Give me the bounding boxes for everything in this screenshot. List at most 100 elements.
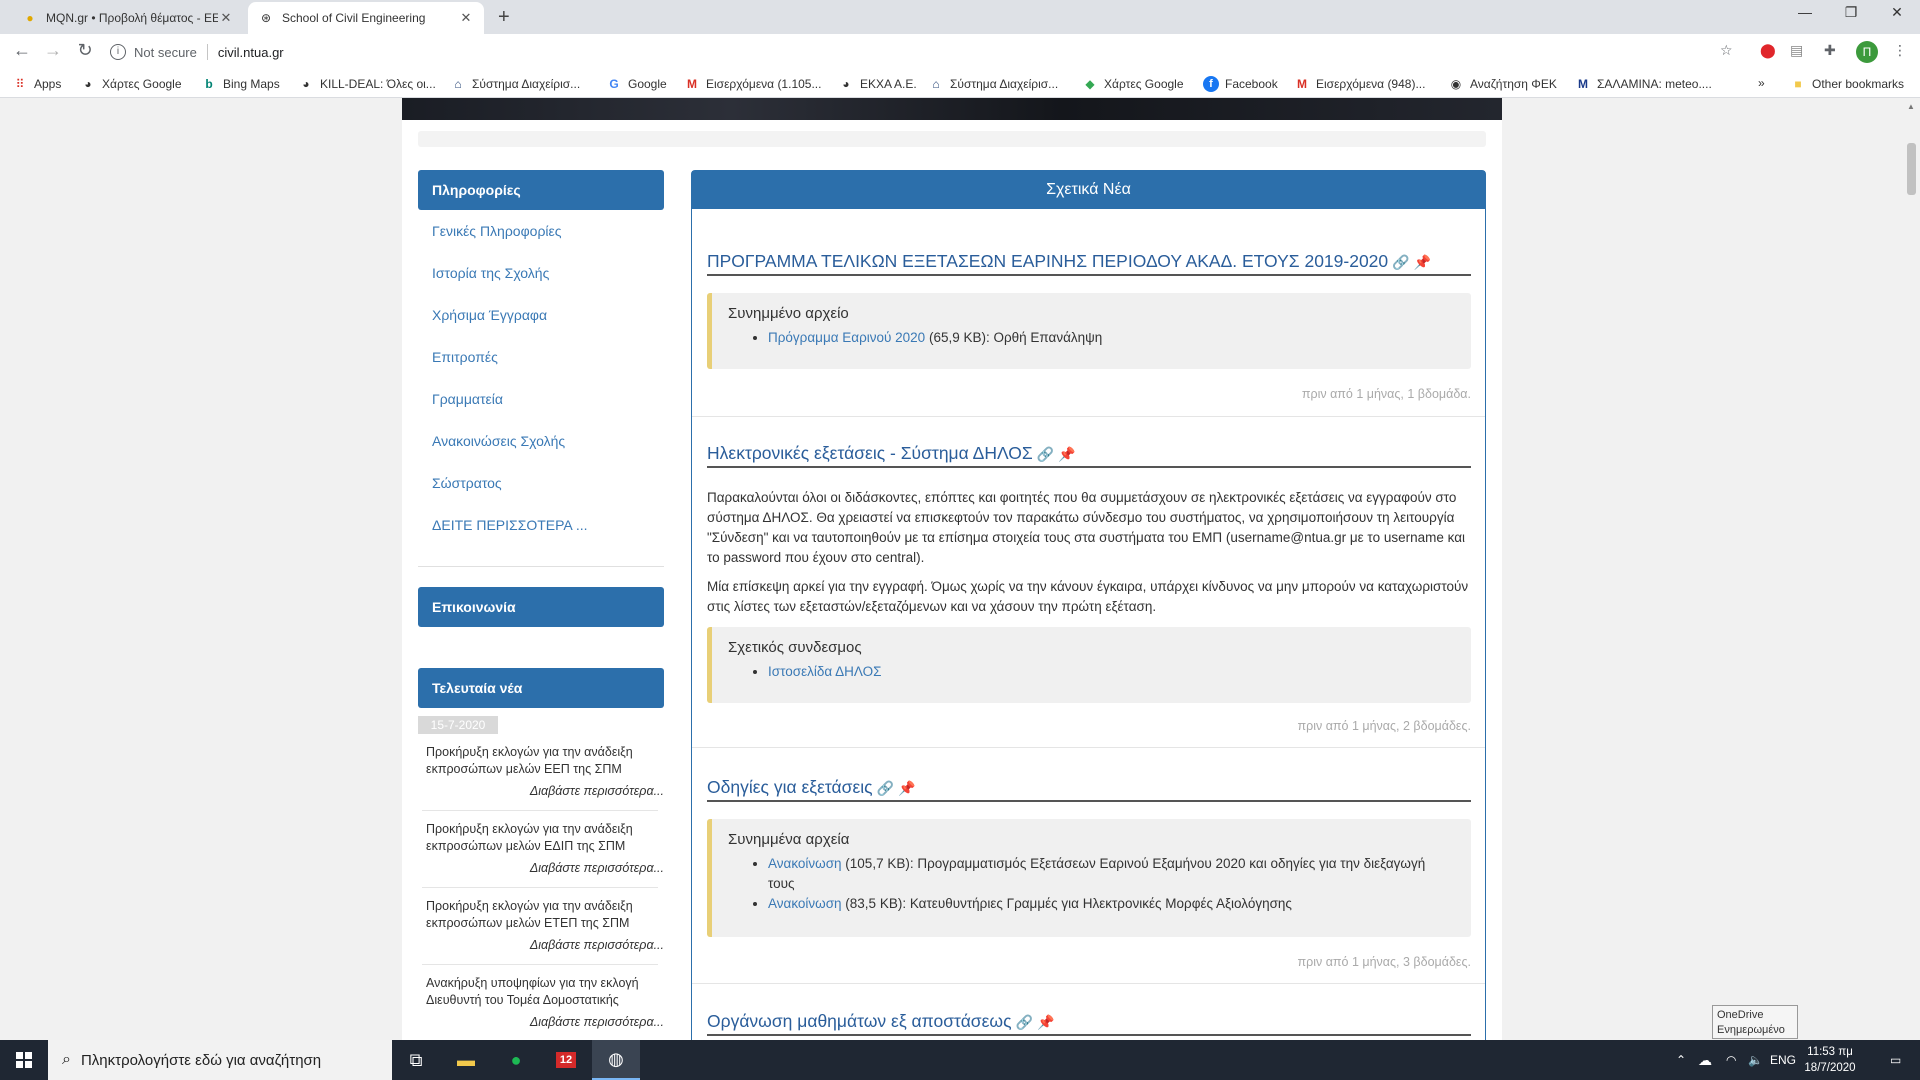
close-window-icon[interactable]: ✕ xyxy=(1874,4,1920,21)
taskbar-clock[interactable]: 11:53 πμ 18/7/2020 xyxy=(1800,1044,1860,1076)
file-explorer-icon[interactable]: ▬ xyxy=(442,1040,490,1080)
notifications-icon[interactable]: ▭ xyxy=(1890,1040,1901,1080)
bookmark-label: Εισερχόμενα (948)... xyxy=(1316,77,1426,91)
pinned-app-icon[interactable]: 12 xyxy=(542,1040,590,1080)
news-read-more-link[interactable]: Διαβάστε περισσότερα... xyxy=(530,938,664,952)
attachment-heading: Συνημμένο αρχείο xyxy=(728,305,849,322)
article-title[interactable]: Οδηγίες για εξετάσεις 🔗 📌 xyxy=(707,777,1471,802)
attachment-link[interactable]: Ανακοίνωση xyxy=(768,856,842,871)
tab-civil-engineering[interactable]: ⊛ School of Civil Engineering ✕ xyxy=(248,2,484,34)
news-read-more-link[interactable]: Διαβάστε περισσότερα... xyxy=(530,784,664,798)
news-read-more-link[interactable]: Διαβάστε περισσότερα... xyxy=(530,861,664,875)
tab-title: School of Civil Engineering xyxy=(282,11,426,25)
article-title-text[interactable]: Οδηγίες για εξετάσεις xyxy=(707,777,873,797)
language-indicator[interactable]: ENG xyxy=(1770,1040,1796,1080)
article-paragraph: Μία επίσκεψη αρκεί για την εγγραφή. Όμως… xyxy=(707,579,1469,614)
pin-icon[interactable]: 📌 xyxy=(1414,254,1431,270)
opera-extension-icon[interactable]: ⬤ xyxy=(1760,42,1776,59)
article-title-text[interactable]: Οργάνωση μαθημάτων εξ αποστάσεως xyxy=(707,1011,1012,1031)
tab-mqn[interactable]: ● MQN.gr • Προβολή θέματος - ΕΕ ✕ xyxy=(12,2,244,34)
article-title[interactable]: Οργάνωση μαθημάτων εξ αποστάσεως 🔗 📌 xyxy=(707,1011,1471,1036)
scrollbar-thumb[interactable] xyxy=(1907,143,1916,195)
sidebar-divider xyxy=(418,566,664,567)
minimize-icon[interactable]: — xyxy=(1782,4,1828,20)
chrome-taskbar-icon[interactable]: ◍ xyxy=(592,1040,640,1080)
bookmark-fek-search[interactable]: ◉ Αναζήτηση ΦΕΚ xyxy=(1448,76,1557,92)
link-icon[interactable]: 🔗 xyxy=(877,780,894,796)
attachment-link[interactable]: Ανακοίνωση xyxy=(768,896,842,911)
start-button[interactable] xyxy=(0,1040,48,1080)
spotify-icon[interactable]: ● xyxy=(492,1040,540,1080)
onedrive-icon[interactable]: ☁ xyxy=(1698,1040,1712,1080)
related-news-heading: Σχετικά Νέα xyxy=(692,171,1485,209)
other-bookmarks[interactable]: ■ Other bookmarks xyxy=(1790,76,1904,92)
bookmark-ekxa[interactable]: ◕ ΕΚΧΑ Α.Ε. xyxy=(838,76,916,92)
tab-bar: ● MQN.gr • Προβολή θέματος - ΕΕ ✕ ⊛ Scho… xyxy=(0,0,1920,34)
bookmark-google-maps[interactable]: ◕ Χάρτες Google xyxy=(80,76,181,92)
extension-icon[interactable]: ▤ xyxy=(1790,42,1803,59)
task-view-icon[interactable]: ⧉ xyxy=(392,1040,440,1080)
article-title-text[interactable]: ΠΡΟΓΡΑΜΜΑ ΤΕΛΙΚΩΝ ΕΞΕΤΑΣΕΩΝ ΕΑΡΙΝΗΣ ΠΕΡΙ… xyxy=(707,251,1388,271)
omnibox[interactable]: i Not secure civil.ntua.gr xyxy=(110,39,1750,65)
bookmark-management-system[interactable]: ⌂ Σύστημα Διαχείρισ... xyxy=(450,76,580,92)
scroll-up-icon[interactable]: ▲ xyxy=(1907,102,1915,111)
close-tab-icon[interactable]: ✕ xyxy=(458,10,474,26)
sidebar-link-committees[interactable]: Επιτροπές xyxy=(432,349,498,365)
bookmark-gmail-2[interactable]: M Εισερχόμενα (948)... xyxy=(1294,76,1425,92)
bookmark-apps[interactable]: ⠿ Apps xyxy=(12,76,62,92)
article-title[interactable]: Ηλεκτρονικές εξετάσεις - Σύστημα ΔΗΛΟΣ 🔗 📌 xyxy=(707,443,1471,468)
bookmark-star-icon[interactable]: ☆ xyxy=(1720,42,1733,59)
bookmark-bing-maps[interactable]: b Bing Maps xyxy=(201,76,279,92)
sidebar-link-announcements[interactable]: Ανακοινώσεις Σχολής xyxy=(432,433,565,449)
bookmark-gmail-1[interactable]: M Εισερχόμενα (1.105... xyxy=(684,76,821,92)
pin-icon[interactable]: 📌 xyxy=(1037,1014,1054,1030)
new-tab-button[interactable]: + xyxy=(498,6,510,29)
article-title[interactable]: ΠΡΟΓΡΑΜΜΑ ΤΕΛΙΚΩΝ ΕΞΕΤΑΣΕΩΝ ΕΑΡΙΝΗΣ ΠΕΡΙ… xyxy=(707,251,1471,276)
back-arrow-icon[interactable]: ← xyxy=(10,40,34,61)
bookmark-kill-deal[interactable]: ◕ KILL-DEAL: Όλες οι... xyxy=(298,76,435,92)
pin-icon[interactable]: 📌 xyxy=(898,780,915,796)
link-icon[interactable]: 🔗 xyxy=(1392,254,1409,270)
security-label[interactable]: Not secure xyxy=(134,45,197,60)
sidebar-link-general-info[interactable]: Γενικές Πληροφορίες xyxy=(432,223,562,239)
breadcrumb-strip xyxy=(418,131,1486,147)
taskbar-search-box[interactable]: ⌕ Πληκτρολογήστε εδώ για αναζήτηση xyxy=(48,1040,392,1080)
puzzle-icon[interactable]: ✚ xyxy=(1824,42,1836,59)
bookmark-facebook[interactable]: f Facebook xyxy=(1203,76,1278,92)
url-text[interactable]: civil.ntua.gr xyxy=(218,45,284,60)
bookmarks-overflow-button[interactable]: » xyxy=(1758,76,1765,90)
dilos-website-link[interactable]: Ιστοσελίδα ΔΗΛΟΣ xyxy=(768,664,882,679)
sidebar-link-sostratos[interactable]: Σώστρατος xyxy=(432,475,502,491)
wifi-icon[interactable]: ◠ xyxy=(1726,1040,1736,1080)
volume-icon[interactable]: 🔈 xyxy=(1748,1040,1763,1080)
sidebar-link-documents[interactable]: Χρήσιμα Έγγραφα xyxy=(432,307,547,323)
bookmark-google-maps-2[interactable]: ◆ Χάρτες Google xyxy=(1082,76,1183,92)
reload-icon[interactable]: ↻ xyxy=(73,40,97,61)
article-title-text[interactable]: Ηλεκτρονικές εξετάσεις - Σύστημα ΔΗΛΟΣ xyxy=(707,443,1033,463)
restore-icon[interactable]: ❐ xyxy=(1828,4,1874,21)
bookmark-google[interactable]: G Google xyxy=(606,76,666,92)
attachment-link[interactable]: Πρόγραμμα Εαρινού 2020 xyxy=(768,330,925,345)
sidebar-link-history[interactable]: Ιστορία της Σχολής xyxy=(432,265,549,281)
attachment-details: (105,7 KB): Προγραμματισμός Εξετάσεων Εα… xyxy=(768,856,1426,891)
news-read-more-link[interactable]: Διαβάστε περισσότερα... xyxy=(530,1015,664,1029)
bing-icon: b xyxy=(205,77,213,91)
close-tab-icon[interactable]: ✕ xyxy=(218,10,234,26)
pin-icon[interactable]: 📌 xyxy=(1058,446,1075,462)
forward-arrow-icon[interactable]: → xyxy=(41,40,65,61)
sidebar-link-see-more[interactable]: ΔΕΙΤΕ ΠΕΡΙΣΣΟΤΕΡΑ ... xyxy=(432,517,588,533)
info-icon[interactable]: i xyxy=(110,44,126,60)
bookmark-management-system-2[interactable]: ⌂ Σύστημα Διαχείρισ... xyxy=(928,76,1058,92)
ntua-icon: ⌂ xyxy=(454,77,462,91)
show-hidden-icons[interactable]: ⌃ xyxy=(1676,1040,1686,1080)
link-icon[interactable]: 🔗 xyxy=(1016,1014,1033,1030)
page-scrollbar[interactable]: ▲ xyxy=(1903,98,1920,1040)
sidebar-contact-heading[interactable]: Επικοινωνία xyxy=(418,587,664,627)
news-item-text: Προκήρυξη εκλογών για την ανάδειξη εκπρο… xyxy=(426,899,633,930)
link-icon[interactable]: 🔗 xyxy=(1037,446,1054,462)
search-icon: ⌕ xyxy=(62,1051,71,1068)
profile-avatar[interactable]: Π xyxy=(1856,41,1878,63)
menu-dots-icon[interactable]: ⋮ xyxy=(1893,42,1907,59)
sidebar-link-secretariat[interactable]: Γραμματεία xyxy=(432,391,503,407)
bookmark-meteo[interactable]: M ΣΑΛΑΜΙΝΑ: meteo.... xyxy=(1575,76,1712,92)
